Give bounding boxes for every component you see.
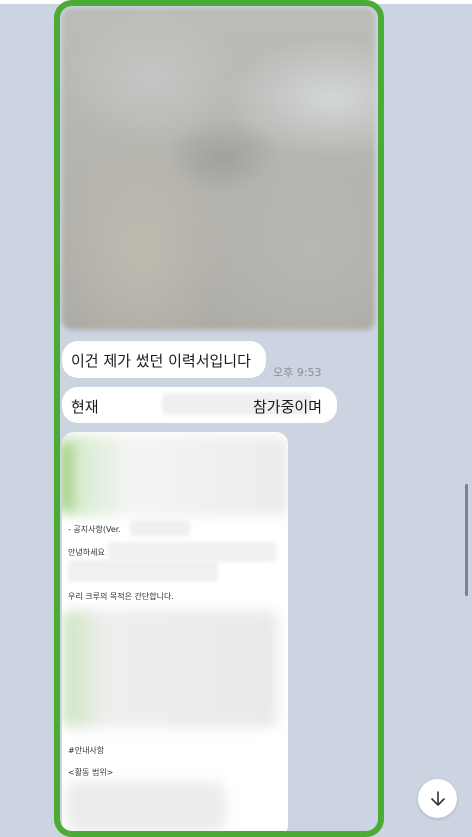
message-text-after: 참가중이며: [253, 398, 323, 416]
redacted-text: [68, 560, 218, 582]
doc-line: 우리 크루의 목적은 간단합니다.: [68, 592, 174, 601]
blurred-header: [62, 436, 288, 516]
blurred-photo-message[interactable]: [62, 8, 375, 330]
top-strip: [0, 0, 472, 4]
doc-line: <활동 범위>: [68, 768, 114, 777]
blurred-left-accent: [62, 442, 72, 512]
message-text: 이건 제가 썼던 이력서입니다: [71, 352, 251, 370]
message-bubble-resume[interactable]: 이건 제가 썼던 이력서입니다: [62, 341, 266, 378]
doc-line: - 공지사항(Ver.: [68, 525, 121, 534]
doc-line: 안녕하세요: [68, 548, 105, 557]
blurred-body: [62, 610, 278, 728]
document-image-message[interactable]: - 공지사항(Ver. 안녕하세요 우리 크루의 목적은 간단합니다. #안내사…: [62, 432, 288, 837]
message-bubble-current[interactable]: 현재 참가중이며: [62, 387, 337, 423]
scroll-to-bottom-button[interactable]: [418, 779, 457, 818]
message-text-before: 현재: [71, 398, 99, 416]
doc-line: #안내사항: [68, 746, 105, 755]
redacted-text: [108, 542, 276, 562]
message-timestamp: 오후 9:53: [273, 366, 322, 379]
arrow-down-icon: [430, 790, 445, 806]
blurred-footer: [66, 782, 226, 832]
redacted-text: [130, 520, 190, 536]
scrollbar-thumb[interactable]: [465, 484, 468, 596]
